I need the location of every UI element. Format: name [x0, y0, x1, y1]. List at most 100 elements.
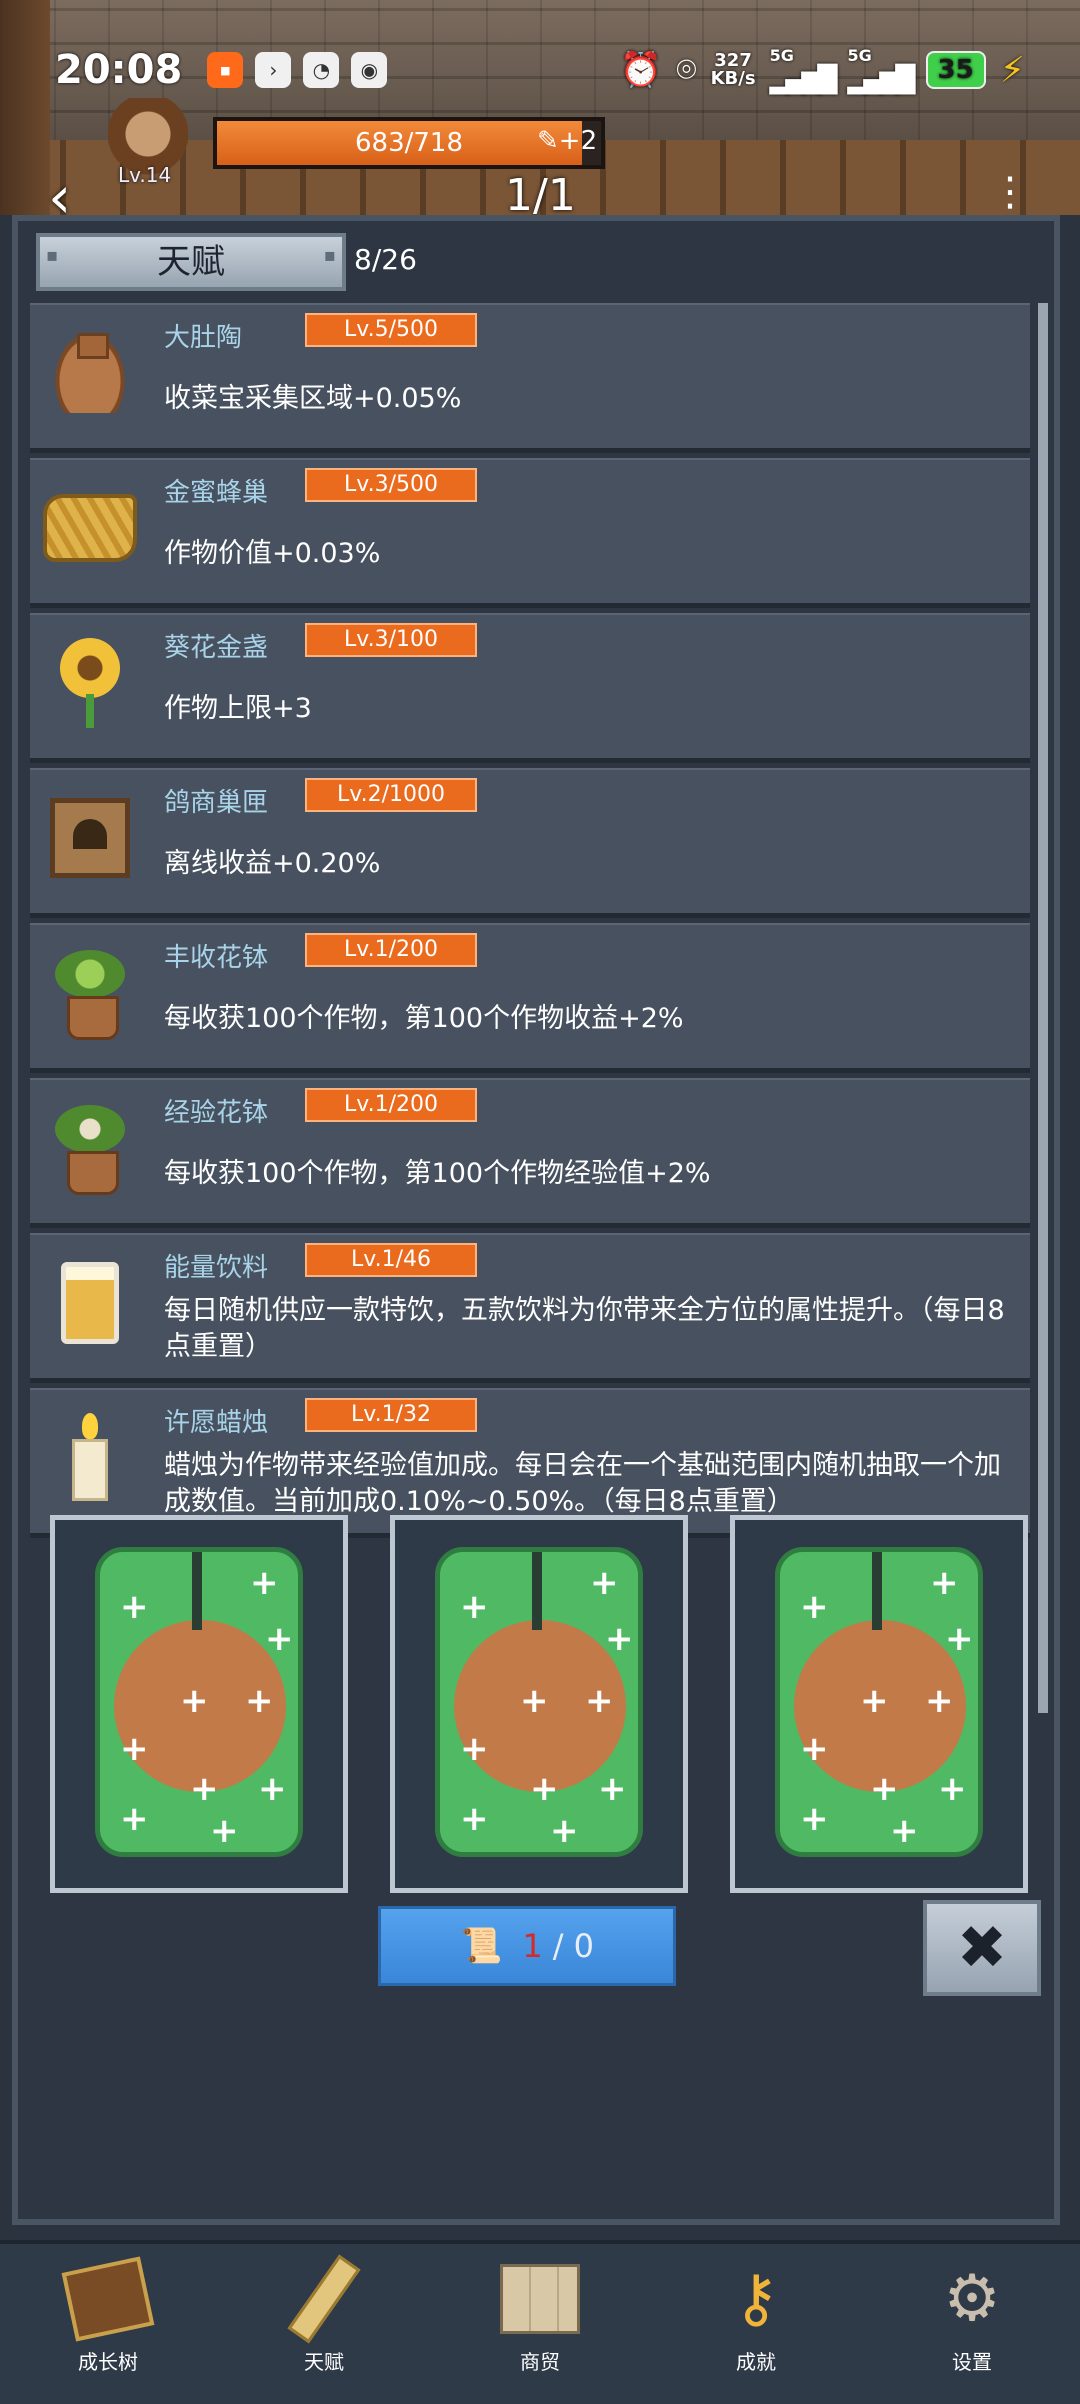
sparkle-icon: + [210, 1811, 239, 1851]
key-icon: ⚷ [732, 2262, 780, 2336]
sparkle-icon: + [265, 1619, 294, 1659]
sparkle-icon: + [460, 1729, 489, 1769]
network-speed-unit: KB/s [710, 68, 756, 89]
talent-row-harvest-pot[interactable]: 丰收花钵 Lv.1/200 每收获100个作物，第100个作物收益+2% [30, 923, 1030, 1073]
nav-label: 天赋 [304, 2350, 344, 2374]
gear-icon: ⚙ [943, 2262, 1001, 2336]
energy-drink-icon [40, 1253, 140, 1353]
draw-talent-button[interactable]: 📜 1 / 0 [378, 1906, 676, 1986]
talent-draw-card[interactable]: + + + + + + + + + + [50, 1515, 348, 1893]
talent-draw-card[interactable]: + + + + + + + + + + [390, 1515, 688, 1893]
talent-level-badge: Lv.1/200 [305, 1088, 477, 1122]
status-app-icons: ■ › ◔ ◉ [207, 52, 388, 88]
page-indicator: 1/1 [505, 170, 576, 221]
talent-name: 经验花钵 [164, 1098, 269, 1128]
sparkle-icon: + [925, 1681, 954, 1721]
talent-description: 作物上限+3 [164, 693, 312, 724]
talent-draw-card[interactable]: + + + + + + + + + + [730, 1515, 1028, 1893]
nav-item-talent[interactable]: 天赋 [216, 2244, 432, 2404]
nav-item-achievement[interactable]: ⚷ 成就 [648, 2244, 864, 2404]
nav-item-growth-tree[interactable]: 成长树 [0, 2244, 216, 2404]
scroll-icon [279, 2254, 369, 2344]
sparkle-icon: + [120, 1729, 149, 1769]
sparkle-icon: + [585, 1681, 614, 1721]
talent-level-badge: Lv.1/32 [305, 1398, 477, 1432]
seed-card-art: + + + + + + + + + + [775, 1547, 983, 1857]
sparkle-icon: + [605, 1619, 634, 1659]
talent-row-sunflower[interactable]: 葵花金盏 Lv.3/100 作物上限+3 [30, 613, 1030, 763]
sparkle-icon: + [258, 1769, 287, 1809]
talent-row-clay-jar[interactable]: 大肚陶 Lv.5/500 收菜宝采集区域+0.05% [30, 303, 1030, 453]
talent-row-energy-drink[interactable]: 能量饮料 Lv.1/46 每日随机供应一款特饮，五款饮料为你带来全方位的属性提升… [30, 1233, 1030, 1383]
talent-level-badge: Lv.5/500 [305, 313, 477, 347]
sparkle-icon: + [890, 1811, 919, 1851]
status-time: 20:08 [55, 47, 183, 93]
talent-level-badge: Lv.2/1000 [305, 778, 477, 812]
sunflower-icon [40, 633, 140, 733]
location-icon: ⌾ [676, 50, 697, 90]
talent-row-honeycomb[interactable]: 金蜜蜂巢 Lv.3/500 作物价值+0.03% [30, 458, 1030, 608]
app-notification-icon: ◉ [351, 52, 388, 88]
talent-name: 丰收花钵 [164, 943, 269, 973]
talent-list: 大肚陶 Lv.5/500 收菜宝采集区域+0.05% 金蜜蜂巢 Lv.3/500… [30, 303, 1040, 1543]
talent-row-exp-pot[interactable]: 经验花钵 Lv.1/200 每收获100个作物，第100个作物经验值+2% [30, 1078, 1030, 1228]
signal-sim2-icon: 5G ▂▄▆█ [847, 45, 916, 95]
talent-description: 蜡烛为作物带来经验值加成。每日会在一个基础范围内随机抽取一个加成数值。当前加成0… [164, 1450, 1001, 1517]
sparkle-icon: + [550, 1811, 579, 1851]
talent-name: 葵花金盏 [164, 633, 269, 663]
clay-jar-icon [40, 323, 140, 423]
talent-name: 金蜜蜂巢 [164, 478, 269, 508]
nav-item-settings[interactable]: ⚙ 设置 [864, 2244, 1080, 2404]
nav-label: 成长树 [78, 2350, 138, 2374]
sparkle-icon: + [245, 1681, 274, 1721]
scroll-bonus-value: +2 [558, 126, 598, 156]
sparkle-icon: + [870, 1769, 899, 1809]
scroll-max-count: 0 [573, 1927, 594, 1965]
sparkle-icon: + [800, 1587, 829, 1627]
talent-level-badge: Lv.1/46 [305, 1243, 477, 1277]
app-notification-icon: ◔ [303, 52, 340, 88]
scroll-icon: 📜 [460, 1926, 503, 1966]
map-icon [495, 2254, 585, 2344]
talent-level-badge: Lv.1/200 [305, 933, 477, 967]
sparkle-icon: + [180, 1681, 209, 1721]
talent-description: 作物价值+0.03% [164, 538, 381, 569]
app-notification-icon: › [255, 52, 292, 88]
sparkle-icon: + [520, 1681, 549, 1721]
scroll-count-separator: / [552, 1927, 564, 1965]
exp-flower-pot-icon [40, 1098, 140, 1198]
sparkle-icon: + [938, 1769, 967, 1809]
sparkle-icon: + [945, 1619, 974, 1659]
bottom-nav: 成长树 天赋 商贸 ⚷ 成就 ⚙ 设置 [0, 2240, 1080, 2404]
pigeon-box-icon [40, 788, 140, 888]
talent-name: 大肚陶 [164, 323, 243, 353]
talent-description: 离线收益+0.20% [164, 848, 381, 879]
nav-item-trade[interactable]: 商贸 [432, 2244, 648, 2404]
seed-card-art: + + + + + + + + + + [95, 1547, 303, 1857]
scroll-current-count: 1 [522, 1927, 543, 1965]
charging-bolt-icon: ⚡ [999, 49, 1025, 91]
battery-level: 35 [925, 51, 986, 89]
talent-row-pigeon-box[interactable]: 鸽商巢匣 Lv.2/1000 离线收益+0.20% [30, 768, 1030, 918]
signal-sim1-icon: 5G ▂▄▆█ [769, 45, 838, 95]
talent-level-badge: Lv.3/500 [305, 468, 477, 502]
talent-description: 每日随机供应一款特饮，五款饮料为你带来全方位的属性提升。（每日8点重置） [164, 1295, 1005, 1362]
sparkle-icon: + [530, 1769, 559, 1809]
honeycomb-icon [40, 478, 140, 578]
sparkle-icon: + [190, 1769, 219, 1809]
book-icon [61, 2254, 155, 2344]
flower-pot-icon [40, 943, 140, 1043]
network-speed: 327 KB/s [711, 52, 756, 88]
close-button[interactable]: ✖ [923, 1900, 1041, 1996]
sparkle-icon: + [250, 1563, 279, 1603]
sparkle-icon: + [860, 1681, 889, 1721]
alarm-icon: ⏰ [619, 50, 663, 90]
talent-description: 每收获100个作物，第100个作物收益+2% [164, 1003, 684, 1034]
sparkle-icon: + [590, 1563, 619, 1603]
nav-label: 商贸 [520, 2350, 560, 2374]
talent-name: 鸽商巢匣 [164, 788, 269, 818]
sim2-label: 5G [847, 45, 872, 65]
more-options-icon[interactable]: ⋮ [990, 172, 1030, 212]
app-notification-icon: ■ [207, 52, 244, 88]
talent-name: 许愿蜡烛 [164, 1408, 269, 1438]
